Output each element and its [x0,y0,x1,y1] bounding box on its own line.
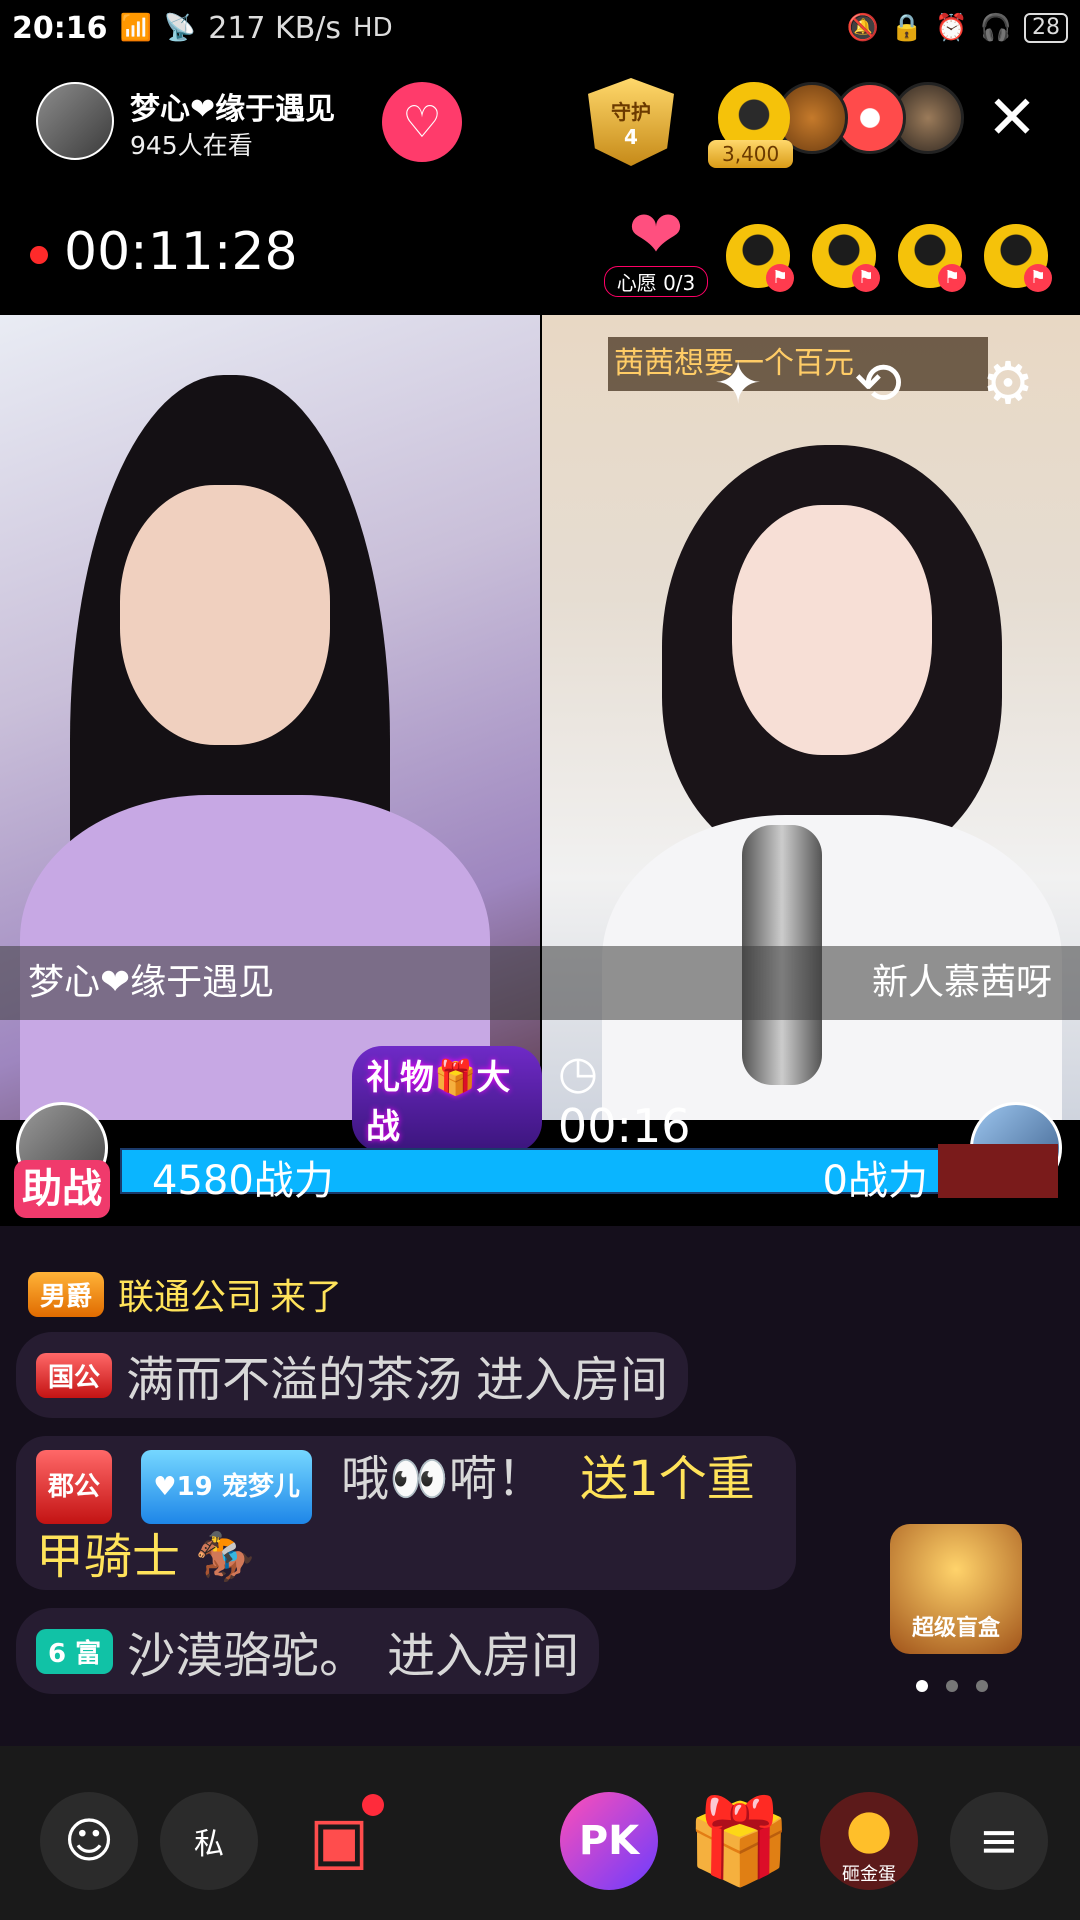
private-message-button[interactable]: 私 [160,1792,258,1890]
settings-gear-icon[interactable]: ⚙ [972,347,1044,419]
signal-icon: 📶 [119,13,152,43]
notification-dot [362,1794,384,1816]
wish-label: 心愿 0/3 [604,266,708,297]
left-power: 4580战力 [152,1158,334,1204]
beauty-wand-icon[interactable]: ✦ [702,347,774,419]
rank-badge: 6 富 [36,1628,114,1674]
video-subject [120,485,330,745]
net-speed: 217 KB/s [208,10,342,46]
gift-wish-banner: 茜茜想要一个百元 [608,337,988,391]
battery-indicator: 28 [1024,13,1068,43]
record-dot-icon [30,246,48,264]
pet-badge: ♥19 宠梦儿 [141,1450,312,1524]
camera-switch-icon[interactable]: ⟲ [842,347,914,419]
banner-pager [916,1680,988,1692]
treasure-chest-button[interactable]: ▣ [290,1792,388,1890]
wish-widget[interactable]: ❤ 心愿 0/3 [604,200,708,300]
super-mystery-box[interactable]: 超级盲盒 [890,1524,1022,1654]
pk-label: PK [578,1818,640,1864]
knight-gift-icon: 🏇 [195,1529,256,1585]
pet-name: 宠梦儿 [221,1472,300,1502]
pager-dot [976,1680,988,1692]
wifi-icon: 📡 [163,13,197,43]
chat-username: 沙漠骆驼。 [127,1628,368,1684]
chat-action: 进入房间 [476,1352,669,1408]
fan-score: 3,400 [708,140,794,168]
host-avatar[interactable] [36,82,114,160]
close-button[interactable]: ✕ [980,88,1044,152]
gift-battle-header: 礼物🎁大战 ◷ 00:16 [352,1045,728,1153]
pk-button[interactable]: PK [560,1792,658,1890]
video-subject [732,505,932,755]
chat-message: 国公 满而不溢的茶汤 进入房间 [16,1332,689,1418]
chat-area[interactable]: 男爵 联通公司 来了 国公 满而不溢的茶汤 进入房间 郡公 ♥19 宠梦儿 哦👀… [0,1226,1080,1746]
smash-egg-label: 砸金蛋 [842,1863,896,1885]
rank-badge: 男爵 [28,1271,105,1317]
heart-face-icon: ❤ [628,196,684,273]
gift-battle-logo: 礼物🎁大战 [352,1046,542,1152]
left-host-name[interactable]: 梦心❤缘于遇见 [0,946,540,1020]
menu-button[interactable]: ≡ [950,1792,1048,1890]
bottom-toolbar: ☺ 私 ▣ PK 🎁 ● 砸金蛋 ≡ [0,1746,1080,1920]
chat-message: 男爵 联通公司 来了 [28,1264,342,1324]
mute-icon: 🔕 [846,13,879,43]
sofa-icon: ⚑ [938,264,966,292]
sofa-icon: ⚑ [766,264,794,292]
chat-username: 哦👀嗬！ [341,1451,545,1507]
guard-count: 4 [624,124,638,149]
right-host-name[interactable]: 新人慕茜呀 [542,946,1080,1020]
alarm-icon: ⏰ [935,13,968,43]
rank-badge: 国公 [36,1352,113,1398]
seat-avatar[interactable]: ⚑ [726,224,794,292]
gift-box-icon: 🎁 [686,1791,792,1890]
host-video-right[interactable]: 茜茜想要一个百元 ✦ ⟲ ⚙ 新人慕茜呀 [542,315,1080,1120]
battle-power-bar: 4580战力 0战力 [120,1144,1058,1204]
battle-countdown: ◷ 00:16 [557,1045,691,1153]
rank-badge: 郡公 [36,1450,113,1524]
lock-icon: 🔒 [890,13,924,43]
hamburger-menu-icon: ≡ [978,1813,1020,1869]
live-header: 梦心❤缘于遇见 945人在看 ♡ 守护 4 3,400 ✕ [30,70,1050,170]
pager-dot [946,1680,958,1692]
top-fans-list[interactable]: 3,400 [708,82,974,168]
host-video-left[interactable]: 梦心❤缘于遇见 [0,315,540,1120]
smash-egg-button[interactable]: ● 砸金蛋 [820,1792,918,1890]
chat-message: 6 富 沙漠骆驼。 进入房间 [16,1608,600,1694]
guard-label: 守护 [611,99,651,124]
gift-button[interactable]: 🎁 [687,1792,792,1890]
pager-dot [916,1680,928,1692]
timer-row: 00:11:28 ❤ 心愿 0/3 ⚑ ⚑ ⚑ ⚑ [30,200,1060,310]
chat-username: 联通公司 [118,1277,263,1318]
treasure-chest-icon: ▣ [308,1804,370,1878]
status-bar: 20:16 📶 📡 217 KB/s HD 🔕 🔒 ⏰ 🎧 28 [0,0,1080,56]
seat-avatar[interactable]: ⚑ [984,224,1052,292]
golden-egg-icon: ● [845,1796,893,1860]
seat-avatar[interactable]: ⚑ [812,224,880,292]
right-power: 0战力 [822,1158,928,1204]
hd-icon: HD [353,13,393,43]
chat-username: 满而不溢的茶汤 [126,1352,463,1408]
mystery-box-label: 超级盲盒 [911,1616,1000,1641]
pet-level: 19 [176,1472,213,1502]
battle-bar-right-segment [938,1144,1058,1198]
status-time: 20:16 [12,10,108,46]
guard-badge[interactable]: 守护 4 [588,78,674,166]
viewer-count: 945人在看 [130,131,253,160]
chat-action: 来了 [270,1277,343,1318]
chat-action: 进入房间 [387,1628,580,1684]
assist-button[interactable]: 助战 [14,1160,110,1218]
follow-button[interactable]: ♡ [382,82,462,162]
sofa-icon: ⚑ [852,264,880,292]
heart-plus-icon: ♡ [402,96,442,148]
headphone-icon: 🎧 [979,13,1012,43]
live-timer: 00:11:28 [64,222,298,282]
chat-message: 郡公 ♥19 宠梦儿 哦👀嗬！ 送1个重甲骑士 🏇 [16,1436,796,1590]
sofa-icon: ⚑ [1024,264,1052,292]
private-label: 私 [194,1827,224,1862]
battle-countdown-value: 00:16 [557,1099,691,1153]
host-name[interactable]: 梦心❤缘于遇见 [130,84,335,128]
chat-icon: ☺ [63,1813,115,1869]
seat-avatar[interactable]: ⚑ [898,224,966,292]
chat-button[interactable]: ☺ [40,1792,138,1890]
